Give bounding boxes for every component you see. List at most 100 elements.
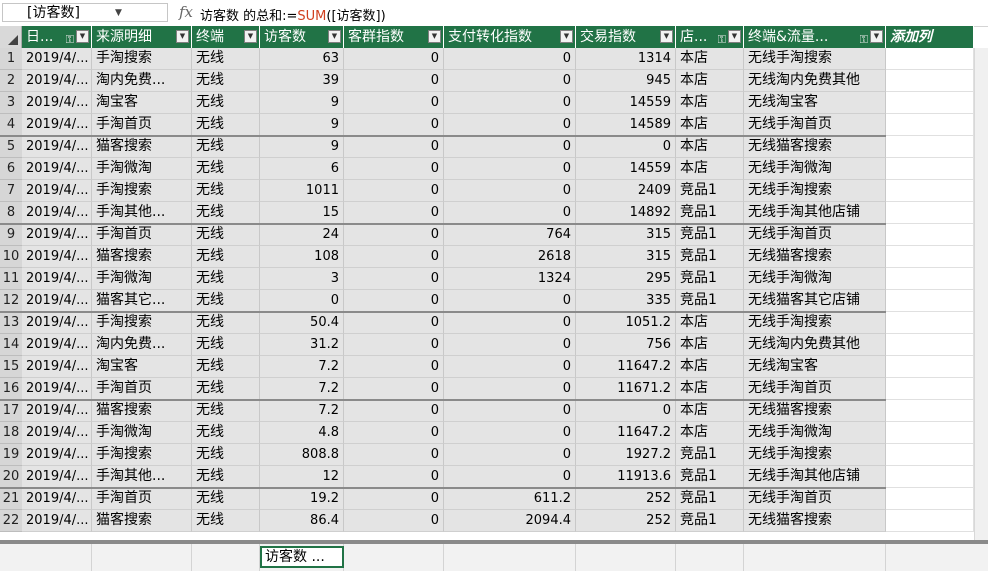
table-cell[interactable]: 0 (344, 202, 444, 224)
calc-cell[interactable] (22, 544, 92, 571)
column-header-4[interactable]: 访客数 ▼ (260, 26, 344, 48)
table-cell[interactable]: 0 (344, 488, 444, 510)
table-cell[interactable]: 2019/4/... (22, 92, 92, 114)
column-header-7[interactable]: 交易指数 ▼ (576, 26, 676, 48)
table-cell[interactable]: 0 (344, 400, 444, 422)
row-number[interactable]: 12 (0, 290, 22, 312)
table-cell[interactable]: 1314 (576, 48, 676, 70)
table-cell[interactable]: 0 (344, 48, 444, 70)
table-cell[interactable]: 本店 (676, 158, 744, 180)
table-cell[interactable]: 猫客其它... (92, 290, 192, 312)
add-column-cell[interactable] (886, 180, 974, 202)
table-cell[interactable]: 无线猫客搜索 (744, 136, 886, 158)
table-cell[interactable]: 猫客搜索 (92, 400, 192, 422)
table-cell[interactable]: 14559 (576, 158, 676, 180)
table-cell[interactable]: 15 (260, 202, 344, 224)
table-cell[interactable]: 无线手淘首页 (744, 488, 886, 510)
table-cell[interactable]: 0 (344, 444, 444, 466)
filter-dropdown-icon[interactable]: ▼ (728, 30, 741, 43)
table-cell[interactable]: 0 (344, 158, 444, 180)
table-cell[interactable]: 24 (260, 224, 344, 246)
add-column-cell[interactable] (886, 444, 974, 466)
calc-cell[interactable] (92, 544, 192, 571)
table-cell[interactable]: 无线手淘首页 (744, 114, 886, 136)
table-cell[interactable]: 764 (444, 224, 576, 246)
table-cell[interactable]: 295 (576, 268, 676, 290)
table-cell[interactable]: 2019/4/... (22, 444, 92, 466)
table-cell[interactable]: 无线 (192, 510, 260, 532)
table-cell[interactable]: 无线 (192, 334, 260, 356)
table-cell[interactable]: 手淘搜索 (92, 444, 192, 466)
calc-cell[interactable] (676, 544, 744, 571)
column-header-9[interactable]: 终端&流量... ⚿ ▼ (744, 26, 886, 48)
table-cell[interactable]: 12 (260, 466, 344, 488)
table-cell[interactable]: 0 (576, 136, 676, 158)
name-box[interactable]: [访客数] ▼ (2, 3, 168, 22)
table-cell[interactable]: 手淘首页 (92, 114, 192, 136)
table-cell[interactable]: 0 (576, 400, 676, 422)
column-header-2[interactable]: 来源明细 ▼ (92, 26, 192, 48)
fx-icon[interactable]: fx (179, 3, 193, 21)
table-cell[interactable]: 无线 (192, 70, 260, 92)
table-cell[interactable]: 竞品1 (676, 444, 744, 466)
table-cell[interactable]: 7.2 (260, 378, 344, 400)
table-cell[interactable]: 945 (576, 70, 676, 92)
row-number[interactable]: 20 (0, 466, 22, 488)
table-cell[interactable]: 淘内免费... (92, 70, 192, 92)
calc-cell[interactable] (576, 544, 676, 571)
table-cell[interactable]: 2019/4/... (22, 202, 92, 224)
table-cell[interactable]: 0 (444, 290, 576, 312)
table-cell[interactable]: 315 (576, 246, 676, 268)
table-cell[interactable]: 无线手淘其他店铺 (744, 466, 886, 488)
table-cell[interactable]: 无线 (192, 378, 260, 400)
table-cell[interactable]: 手淘首页 (92, 378, 192, 400)
row-number[interactable]: 14 (0, 334, 22, 356)
table-cell[interactable]: 无线手淘微淘 (744, 422, 886, 444)
add-column-cell[interactable] (886, 158, 974, 180)
table-cell[interactable]: 2019/4/... (22, 510, 92, 532)
table-cell[interactable]: 手淘其他... (92, 202, 192, 224)
table-cell[interactable]: 19.2 (260, 488, 344, 510)
table-cell[interactable]: 猫客搜索 (92, 136, 192, 158)
add-column-cell[interactable] (886, 70, 974, 92)
table-cell[interactable]: 2094.4 (444, 510, 576, 532)
add-column-cell[interactable] (886, 136, 974, 158)
table-cell[interactable]: 无线 (192, 224, 260, 246)
table-cell[interactable]: 无线手淘其他店铺 (744, 202, 886, 224)
table-cell[interactable]: 1051.2 (576, 312, 676, 334)
table-cell[interactable]: 手淘其他... (92, 466, 192, 488)
table-cell[interactable]: 315 (576, 224, 676, 246)
table-cell[interactable]: 0 (344, 466, 444, 488)
table-cell[interactable]: 0 (444, 114, 576, 136)
table-cell[interactable]: 2019/4/... (22, 48, 92, 70)
add-column-cell[interactable] (886, 246, 974, 268)
table-cell[interactable]: 本店 (676, 334, 744, 356)
table-cell[interactable]: 无线猫客搜索 (744, 246, 886, 268)
table-cell[interactable]: 0 (444, 180, 576, 202)
table-cell[interactable]: 2019/4/... (22, 268, 92, 290)
table-cell[interactable]: 手淘搜索 (92, 312, 192, 334)
table-cell[interactable]: 无线 (192, 136, 260, 158)
calc-cell[interactable] (192, 544, 260, 571)
table-cell[interactable]: 2019/4/... (22, 488, 92, 510)
table-cell[interactable]: 11647.2 (576, 356, 676, 378)
table-cell[interactable]: 2019/4/... (22, 422, 92, 444)
filter-dropdown-icon[interactable]: ▼ (870, 30, 883, 43)
table-cell[interactable]: 0 (444, 158, 576, 180)
table-cell[interactable]: 2019/4/... (22, 158, 92, 180)
table-cell[interactable]: 2019/4/... (22, 378, 92, 400)
table-cell[interactable]: 2019/4/... (22, 290, 92, 312)
table-cell[interactable]: 756 (576, 334, 676, 356)
table-cell[interactable]: 竞品1 (676, 180, 744, 202)
add-column-cell[interactable] (886, 224, 974, 246)
table-cell[interactable]: 竞品1 (676, 202, 744, 224)
table-cell[interactable]: 本店 (676, 312, 744, 334)
table-cell[interactable]: 2019/4/... (22, 70, 92, 92)
column-header-5[interactable]: 客群指数 ▼ (344, 26, 444, 48)
add-column-cell[interactable] (886, 290, 974, 312)
table-cell[interactable]: 2019/4/... (22, 180, 92, 202)
table-cell[interactable]: 手淘首页 (92, 224, 192, 246)
table-cell[interactable]: 0 (444, 136, 576, 158)
table-cell[interactable]: 无线 (192, 202, 260, 224)
table-cell[interactable]: 3 (260, 268, 344, 290)
